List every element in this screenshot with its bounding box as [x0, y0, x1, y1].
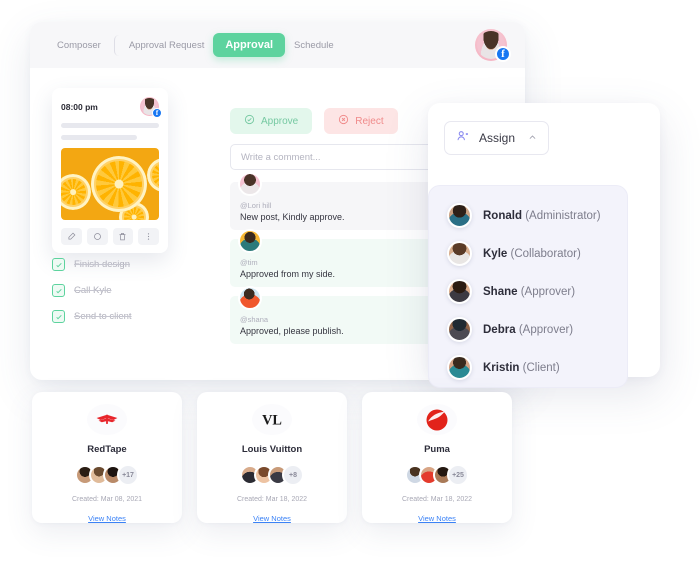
- tab-composer[interactable]: Composer: [48, 35, 110, 56]
- commenter-avatar: [238, 172, 262, 196]
- svg-text:VL: VL: [262, 412, 282, 428]
- brand-name: Louis Vuitton: [241, 444, 303, 455]
- view-notes-link[interactable]: View Notes: [253, 514, 291, 523]
- delete-icon[interactable]: [112, 228, 134, 245]
- commenter-avatar: [238, 286, 262, 310]
- x-circle-icon: [338, 114, 349, 128]
- facebook-icon: f: [495, 46, 511, 62]
- checklist-label: Send to client: [74, 311, 132, 322]
- checklist-label: Finish design: [74, 259, 130, 270]
- task-checklist: Finish design Call Kyle Send to client: [52, 258, 132, 336]
- brand-created-date: Created: Mar 18, 2022: [401, 496, 473, 503]
- member-name: Kristin: [483, 361, 520, 374]
- puma-logo-icon: [417, 404, 457, 435]
- redtape-logo-icon: [87, 404, 127, 435]
- post-author-avatar[interactable]: f: [140, 97, 162, 118]
- member-role: (Approver): [520, 285, 576, 298]
- member-name: Kyle: [483, 247, 508, 260]
- post-preview-card: 08:00 pm f: [52, 88, 168, 253]
- text-placeholder-line: [61, 135, 138, 140]
- member-item-kristin[interactable]: Kristin (Client): [429, 352, 627, 383]
- member-label: Debra (Approver): [483, 324, 573, 336]
- member-name: Shane: [483, 285, 518, 298]
- orange-slice: [91, 156, 147, 212]
- assign-button[interactable]: Assign: [444, 121, 549, 155]
- member-role: (Client): [522, 361, 560, 374]
- comment-icon[interactable]: [86, 228, 108, 245]
- screen: Composer Approval Request Approval Sched…: [0, 0, 700, 580]
- member-name: Ronald: [483, 209, 522, 222]
- reject-label: Reject: [355, 115, 384, 127]
- member-avatar: [447, 241, 472, 266]
- post-action-bar: [61, 228, 159, 245]
- facebook-icon: f: [152, 108, 162, 118]
- brand-name: Puma: [424, 444, 450, 455]
- member-item-ronald[interactable]: Ronald (Administrator): [429, 200, 627, 231]
- tab-approval-request[interactable]: Approval Request: [113, 34, 214, 56]
- checkbox-checked-icon[interactable]: [52, 284, 65, 297]
- checklist-label: Call Kyle: [74, 285, 112, 296]
- person-add-icon: [456, 129, 470, 148]
- brand-card-redtape[interactable]: RedTape +17 Created: Mar 08, 2021 View N…: [32, 392, 182, 523]
- member-label: Ronald (Administrator): [483, 210, 601, 222]
- brand-card-puma[interactable]: Puma +25 Created: Mar 18, 2022 View Note…: [362, 392, 512, 523]
- extra-members-badge: +25: [447, 464, 469, 486]
- assign-label: Assign: [479, 131, 516, 145]
- review-actions: Approve Reject: [230, 108, 398, 134]
- more-icon[interactable]: [138, 228, 159, 245]
- member-item-kyle[interactable]: Kyle (Collaborator): [429, 238, 627, 269]
- tab-schedule[interactable]: Schedule: [285, 35, 343, 56]
- view-notes-link[interactable]: View Notes: [418, 514, 456, 523]
- checkbox-checked-icon[interactable]: [52, 310, 65, 323]
- post-image: [61, 148, 159, 220]
- brand-created-date: Created: Mar 08, 2021: [71, 496, 143, 503]
- member-avatar: [447, 355, 472, 380]
- reject-button[interactable]: Reject: [324, 108, 398, 134]
- brand-card-louis-vuitton[interactable]: VL Louis Vuitton +8 Created: Mar 18, 202…: [197, 392, 347, 523]
- edit-icon[interactable]: [61, 228, 82, 245]
- member-label: Kristin (Client): [483, 362, 560, 374]
- brand-avatar-group: +8: [240, 464, 304, 486]
- member-avatar: [447, 279, 472, 304]
- post-header: 08:00 pm f: [61, 97, 162, 118]
- extra-members-badge: +8: [282, 464, 304, 486]
- assign-member-list: Ronald (Administrator) Kyle (Collaborato…: [428, 185, 628, 388]
- member-role: (Administrator): [525, 209, 601, 222]
- brand-created-date: Created: Mar 18, 2022: [236, 496, 308, 503]
- member-label: Shane (Approver): [483, 286, 575, 298]
- brand-name: RedTape: [87, 444, 127, 455]
- member-role: (Collaborator): [510, 247, 581, 260]
- orange-slice: [147, 158, 159, 192]
- commenter-avatar: [238, 229, 262, 253]
- comment-placeholder: Write a comment...: [241, 151, 321, 163]
- account-avatar[interactable]: f: [475, 29, 511, 62]
- text-placeholder-line: [61, 123, 159, 128]
- orange-slice: [61, 174, 91, 210]
- brand-avatar-group: +17: [75, 464, 139, 486]
- brand-avatar-group: +25: [405, 464, 469, 486]
- member-role: (Approver): [518, 323, 574, 336]
- checklist-item[interactable]: Send to client: [52, 310, 132, 323]
- post-time: 08:00 pm: [61, 101, 98, 112]
- member-avatar: [447, 203, 472, 228]
- extra-members-badge: +17: [117, 464, 139, 486]
- approve-label: Approve: [261, 115, 299, 127]
- tab-approval[interactable]: Approval: [213, 33, 286, 57]
- louis-vuitton-logo-icon: VL: [252, 404, 292, 435]
- check-circle-icon: [244, 114, 255, 128]
- checklist-item[interactable]: Call Kyle: [52, 284, 132, 297]
- checklist-item[interactable]: Finish design: [52, 258, 132, 271]
- member-label: Kyle (Collaborator): [483, 248, 581, 260]
- member-name: Debra: [483, 323, 516, 336]
- checkbox-checked-icon[interactable]: [52, 258, 65, 271]
- tab-bar: Composer Approval Request Approval Sched…: [30, 22, 525, 68]
- approve-button[interactable]: Approve: [230, 108, 313, 134]
- member-avatar: [447, 317, 472, 342]
- member-item-debra[interactable]: Debra (Approver): [429, 314, 627, 345]
- chevron-up-icon: [528, 129, 537, 147]
- member-item-shane[interactable]: Shane (Approver): [429, 276, 627, 307]
- view-notes-link[interactable]: View Notes: [88, 514, 126, 523]
